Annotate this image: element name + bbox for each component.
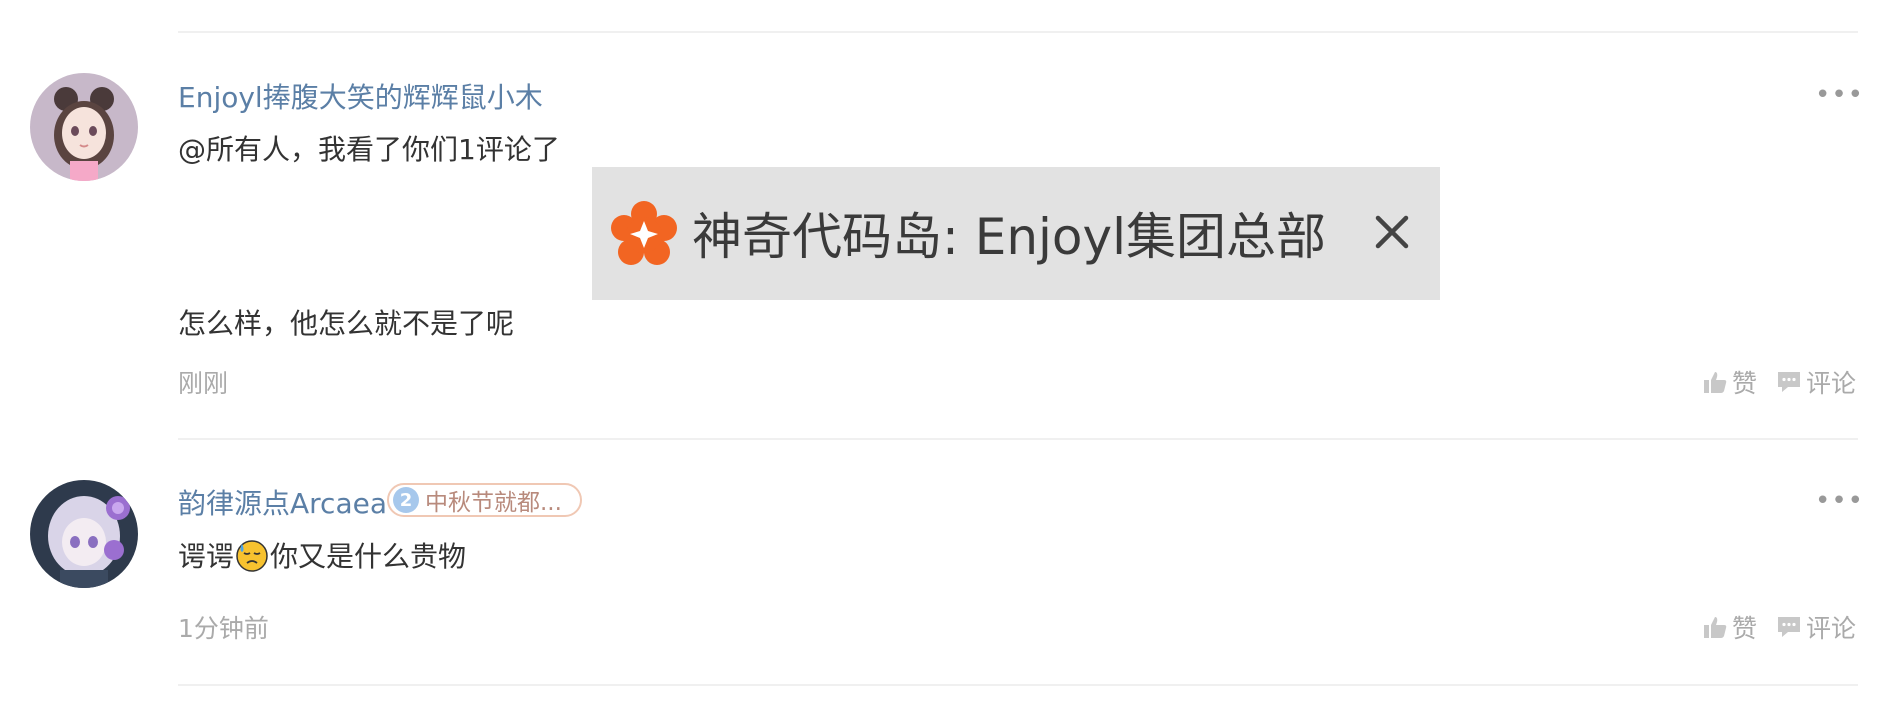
comment-text-line-1: @所有人，我看了你们1评论了 [178,133,560,166]
notification-toast[interactable]: 神奇代码岛: Enjoyl集团总部 [592,167,1440,300]
comment-text-before-emoji: 谔谔 [178,540,235,573]
user-badge[interactable]: 2 中秋节就都... [387,483,582,517]
comment-text: 谔谔 你又是什么贵物 [178,535,466,579]
like-label: 赞 [1732,369,1758,398]
toast-text: 神奇代码岛: Enjoyl集团总部 [692,208,1326,266]
reply-button[interactable]: 评论 [1776,364,1856,400]
avatar[interactable] [30,480,138,588]
sweat-face-icon [236,540,268,579]
comment-timestamp: 刚刚 [178,369,229,398]
more-options-button[interactable]: ••• [1815,488,1864,514]
username[interactable]: Enjoyl捧腹大笑的辉辉鼠小木 [178,76,543,116]
badge-level: 2 [393,487,419,513]
divider-bottom [178,684,1858,686]
badge-text: 中秋节就都... [425,490,562,516]
star-burst-logo-icon [610,201,678,273]
reply-label: 评论 [1806,369,1857,398]
speech-bubble-icon [1776,614,1802,640]
comment-text-after-emoji: 你又是什么贵物 [270,540,467,573]
more-options-button[interactable]: ••• [1815,82,1864,108]
reply-button[interactable]: 评论 [1776,609,1856,645]
like-label: 赞 [1732,614,1758,643]
divider-middle [178,438,1858,440]
avatar[interactable] [30,73,138,181]
like-button[interactable]: 赞 [1702,364,1757,400]
thumbs-up-icon [1702,614,1728,640]
like-button[interactable]: 赞 [1702,609,1757,645]
comment-text-line-2: 怎么样，他怎么就不是了呢 [178,307,515,340]
reply-label: 评论 [1806,614,1857,643]
username[interactable]: 韵律源点Arcaea [178,482,387,522]
comment-timestamp: 1分钟前 [178,614,269,643]
close-icon[interactable] [1372,212,1412,256]
thumbs-up-icon [1702,369,1728,395]
divider-top [178,31,1858,33]
speech-bubble-icon [1776,369,1802,395]
